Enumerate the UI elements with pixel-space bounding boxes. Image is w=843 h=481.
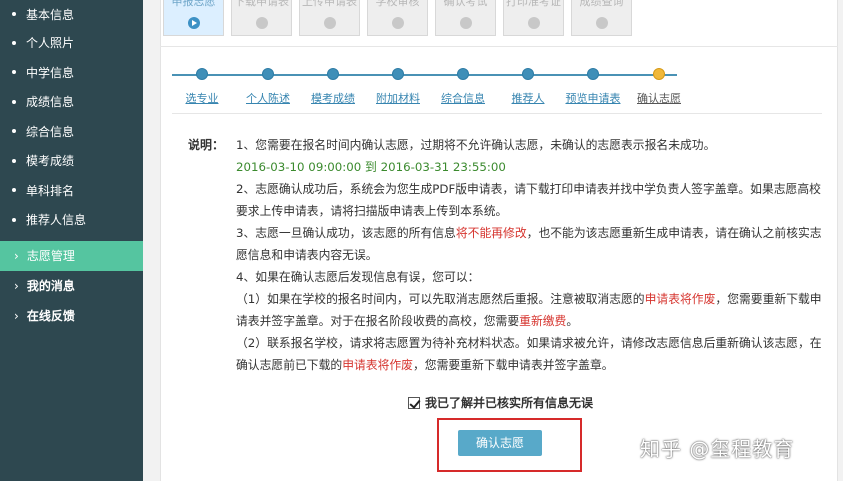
agree-checkbox[interactable] (408, 396, 420, 409)
tab-download-form[interactable]: 下载申请表 (231, 0, 292, 36)
tab-confirm-exam[interactable]: 确认考试 (435, 0, 496, 36)
instructions-label: 说明： (188, 138, 225, 152)
sidebar: 基本信息 个人照片 中学信息 成绩信息 综合信息 模考成绩 单科排名 推荐人信息… (0, 0, 143, 481)
tab-school-review[interactable]: 学校审核 (367, 0, 428, 36)
bullet-icon (12, 12, 16, 16)
sidebar-item-label: 中学信息 (26, 65, 75, 80)
bullet-icon (12, 40, 16, 45)
step-dot-icon (196, 68, 208, 80)
sidebar-item-comprehensive[interactable]: 综合信息 (0, 117, 143, 147)
circle-icon (255, 17, 268, 29)
sidebar-item-label: 成绩信息 (26, 95, 75, 110)
step-dot-icon (522, 68, 534, 80)
agree-label: 我已了解并已核实所有信息无误 (425, 396, 594, 410)
sidebar-item-high-school[interactable]: 中学信息 (0, 58, 143, 88)
circle-icon (323, 17, 336, 29)
step-dot-icon (392, 68, 404, 80)
chevron-right-icon: › (14, 308, 19, 323)
bullet-icon (12, 99, 16, 104)
bullet-icon (12, 217, 16, 222)
tab-apply[interactable]: 申报志愿 (163, 0, 224, 36)
play-icon (187, 17, 200, 29)
divider (172, 113, 822, 114)
bullet-icon (12, 188, 16, 193)
instruction-2: 2、志愿确认成功后，系统会为您生成PDF版申请表，请下载打印申请表并找中学负责人… (236, 182, 821, 218)
agree-checkbox-row[interactable]: 我已了解并已核实所有信息无误 (408, 394, 593, 411)
circle-icon (391, 17, 404, 29)
instruction-4-2: （2）联系报名学校，请求将志愿置为待补充材料状态。如果请求被允许，请修改志愿信息… (236, 336, 822, 372)
sidebar-item-label: 基本信息 (26, 7, 75, 22)
process-tabs: 申报志愿 下载申请表 上传申请表 学校审核 确认考试 打印准考证 成绩查询 (163, 0, 639, 36)
step-dot-icon (587, 68, 599, 80)
chevron-right-icon: › (14, 248, 19, 263)
tab-print-admission[interactable]: 打印准考证 (503, 0, 564, 36)
instruction-3: 3、志愿一旦确认成功，该志愿的所有信息将不能再修改，也不能为该志愿重新生成申请表… (236, 226, 822, 262)
sidebar-item-label: 模考成绩 (26, 154, 75, 169)
watermark: 知乎 @玺程教育 (640, 437, 795, 461)
sidebar-item-basic-info[interactable]: 基本信息 (0, 0, 143, 28)
instruction-4: 4、如果在确认志愿后发现信息有误，您可以： (236, 270, 480, 284)
instructions-text: 1、您需要在报名时间内确认志愿，过期将不允许确认志愿，未确认的志愿表示报名未成功… (236, 134, 826, 376)
step-dot-icon (327, 68, 339, 80)
sidebar-item-grades[interactable]: 成绩信息 (0, 87, 143, 117)
circle-icon (527, 17, 540, 29)
tab-upload-form[interactable]: 上传申请表 (299, 0, 360, 36)
sidebar-item-label: 单科排名 (26, 183, 75, 198)
sidebar-item-subject-rank[interactable]: 单科排名 (0, 176, 143, 206)
sidebar-item-application[interactable]: › 志愿管理 (0, 240, 143, 271)
sidebar-item-mock-exam[interactable]: 模考成绩 (0, 146, 143, 176)
step-dot-icon (262, 68, 274, 80)
step-dot-icon (457, 68, 469, 80)
tab-score-query[interactable]: 成绩查询 (571, 0, 632, 36)
circle-icon (459, 17, 472, 29)
sidebar-item-referee[interactable]: 推荐人信息 (0, 205, 143, 235)
step-progress: 选专业 个人陈述 模考成绩 附加材料 综合信息 推荐人 预览申请表 确认志愿 (172, 66, 692, 106)
confirm-application-button[interactable]: 确认志愿 (458, 430, 542, 456)
sidebar-item-label: 综合信息 (26, 124, 75, 139)
divider (160, 46, 838, 47)
sidebar-item-feedback[interactable]: › 在线反馈 (0, 301, 143, 331)
bullet-icon (12, 70, 16, 75)
sidebar-item-photo[interactable]: 个人照片 (0, 28, 143, 58)
step-confirm[interactable]: 确认志愿 (619, 68, 699, 106)
bullet-icon (12, 129, 16, 134)
chevron-right-icon: › (14, 278, 19, 293)
sidebar-item-messages[interactable]: › 我的消息 (0, 271, 143, 301)
sidebar-item-label: 个人照片 (26, 36, 75, 51)
application-time-range: 2016-03-10 09:00:00 到 2016-03-31 23:55:0… (236, 160, 506, 174)
sidebar-item-label: 在线反馈 (26, 309, 75, 323)
step-current-dot-icon (653, 68, 665, 80)
circle-icon (595, 17, 608, 29)
sidebar-item-label: 推荐人信息 (26, 213, 87, 228)
bullet-icon (12, 158, 16, 163)
sidebar-item-label: 志愿管理 (26, 249, 75, 263)
instruction-4-1: （1）如果在学校的报名时间内，可以先取消志愿然后重报。注意被取消志愿的申请表将作… (236, 292, 822, 328)
instruction-1: 1、您需要在报名时间内确认志愿，过期将不允许确认志愿，未确认的志愿表示报名未成功… (236, 138, 716, 152)
sidebar-item-label: 我的消息 (26, 279, 75, 293)
